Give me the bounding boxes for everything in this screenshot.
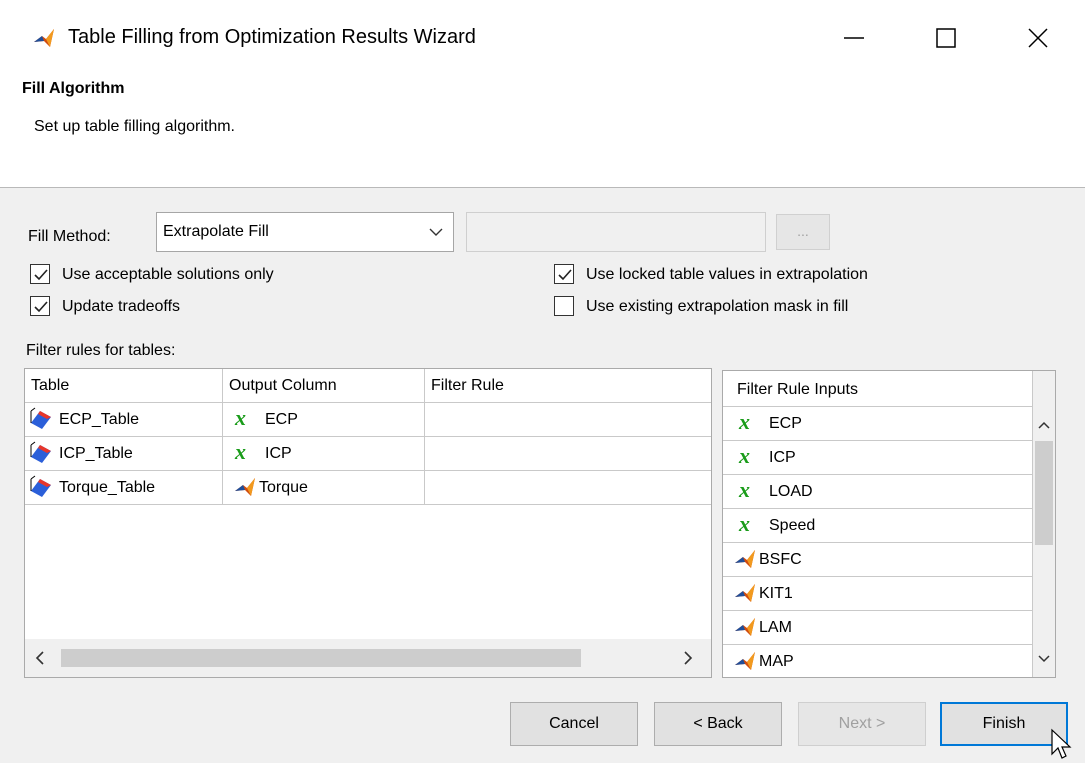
locked-values-checkbox[interactable] [554, 264, 574, 284]
mouse-cursor-icon [1051, 728, 1072, 759]
close-button[interactable] [1014, 14, 1062, 62]
list-item[interactable]: x LOAD [723, 475, 1033, 509]
vertical-scrollbar[interactable] [1033, 371, 1055, 677]
matlab-icon [735, 618, 755, 636]
checkmark-icon [558, 269, 572, 281]
table-icon [30, 407, 51, 429]
page-title: Fill Algorithm [22, 80, 125, 97]
table-row-cell-output[interactable]: Torque [223, 471, 425, 505]
list-item[interactable]: x Speed [723, 509, 1033, 543]
table-row-cell-rule[interactable] [425, 437, 711, 471]
locked-values-label: Use locked table values in extrapolation [586, 266, 868, 283]
acceptable-only-checkbox[interactable] [30, 264, 50, 284]
variable-icon: x [235, 439, 246, 464]
finish-button[interactable]: Finish [940, 702, 1068, 746]
table-row-cell-output[interactable]: x ECP [223, 403, 425, 437]
update-tradeoffs-label: Update tradeoffs [62, 298, 181, 315]
dropdown-arrow[interactable] [419, 213, 453, 251]
column-header-table[interactable]: Table [25, 369, 223, 403]
fill-method-extra-field [466, 212, 766, 252]
fill-method-label: Fill Method: [28, 228, 111, 245]
acceptable-only-label: Use acceptable solutions only [62, 266, 274, 283]
update-tradeoffs-checkbox[interactable] [30, 296, 50, 316]
scrollbar-thumb[interactable] [1035, 441, 1053, 545]
browse-button: ... [776, 214, 830, 250]
fill-method-value: Extrapolate Fill [163, 223, 269, 240]
close-icon [1028, 28, 1048, 48]
list-item[interactable]: MAP [723, 645, 1033, 677]
wizard-window: Table Filling from Optimization Results … [0, 0, 1085, 763]
back-button[interactable]: < Back [654, 702, 782, 746]
variable-icon: x [739, 511, 750, 536]
chevron-up-icon[interactable] [1038, 421, 1050, 429]
list-item[interactable]: x ECP [723, 407, 1033, 441]
variable-icon: x [739, 443, 750, 468]
variable-icon: x [235, 405, 246, 430]
list-item[interactable]: KIT1 [723, 577, 1033, 611]
matlab-icon [235, 478, 255, 496]
table-icon [30, 475, 51, 497]
chevron-down-icon[interactable] [1038, 655, 1050, 663]
maximize-icon [936, 28, 956, 48]
cancel-button[interactable]: Cancel [510, 702, 638, 746]
list-item[interactable]: x ICP [723, 441, 1033, 475]
page-subtitle: Set up table filling algorithm. [34, 118, 235, 135]
table-row-cell-rule[interactable] [425, 403, 711, 437]
table-row-cell-output[interactable]: x ICP [223, 437, 425, 471]
existing-mask-label: Use existing extrapolation mask in fill [586, 298, 849, 315]
matlab-icon [34, 29, 54, 47]
table-row-cell-table[interactable]: ICP_Table [25, 437, 223, 471]
horizontal-scrollbar[interactable] [25, 639, 711, 677]
filter-rules-label: Filter rules for tables: [26, 342, 176, 359]
table-row-cell-rule[interactable] [425, 471, 711, 505]
title-bar: Table Filling from Optimization Results … [0, 0, 1085, 78]
column-header-filter-rule[interactable]: Filter Rule [425, 369, 711, 403]
checkmark-icon [34, 269, 48, 281]
matlab-icon [735, 584, 755, 602]
chevron-right-icon[interactable] [683, 651, 693, 665]
checkmark-icon [34, 301, 48, 313]
fill-method-dropdown[interactable]: Extrapolate Fill [156, 212, 454, 252]
next-button[interactable]: Next > [798, 702, 926, 746]
column-header-filter-rule-inputs: Filter Rule Inputs [723, 371, 1033, 407]
column-header-output-column[interactable]: Output Column [223, 369, 425, 403]
variable-icon: x [739, 409, 750, 434]
filter-rule-inputs-list[interactable]: Filter Rule Inputs x ECP x ICP x LOAD x … [722, 370, 1056, 678]
table-row-cell-table[interactable]: ECP_Table [25, 403, 223, 437]
existing-mask-checkbox[interactable] [554, 296, 574, 316]
matlab-icon [735, 550, 755, 568]
table-row-cell-table[interactable]: Torque_Table [25, 471, 223, 505]
list-item[interactable]: BSFC [723, 543, 1033, 577]
minimize-button[interactable] [830, 14, 878, 62]
table-icon [30, 441, 51, 463]
minimize-icon [844, 37, 864, 39]
scrollbar-thumb[interactable] [61, 649, 581, 667]
matlab-icon [735, 652, 755, 670]
window-title: Table Filling from Optimization Results … [68, 26, 476, 48]
filter-rules-table[interactable]: Table Output Column Filter Rule ECP_Tabl… [24, 368, 712, 678]
list-item[interactable]: LAM [723, 611, 1033, 645]
chevron-left-icon[interactable] [35, 651, 45, 665]
variable-icon: x [739, 477, 750, 502]
maximize-button[interactable] [922, 14, 970, 62]
chevron-down-icon [429, 228, 443, 236]
